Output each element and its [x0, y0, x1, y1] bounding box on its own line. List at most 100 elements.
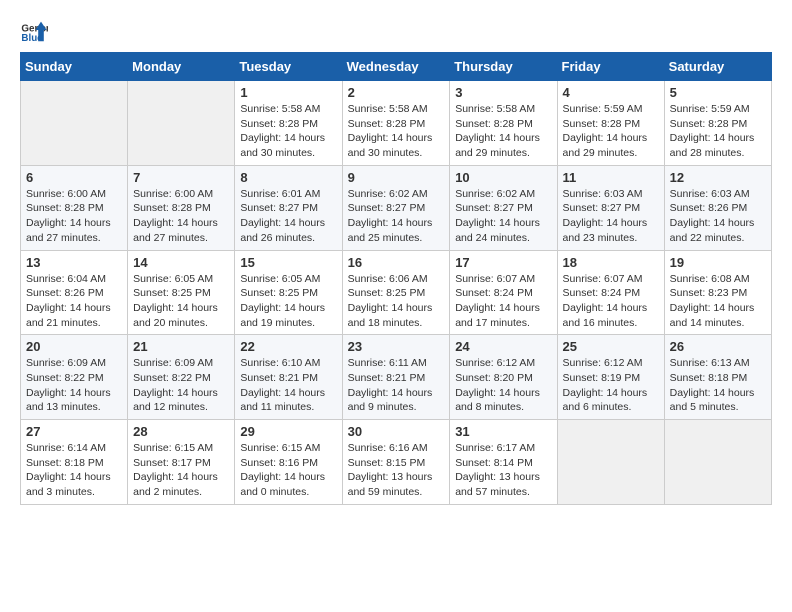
sunrise-label: Sunrise: 6:09 AM — [133, 357, 213, 369]
day-number: 17 — [455, 255, 551, 270]
daylight-label: Daylight: 14 hours and 28 minutes. — [670, 132, 755, 159]
daylight-label: Daylight: 14 hours and 24 minutes. — [455, 217, 540, 244]
sunset-label: Sunset: 8:20 PM — [455, 372, 533, 384]
sunrise-label: Sunrise: 6:03 AM — [670, 188, 750, 200]
day-number: 8 — [240, 170, 336, 185]
daylight-label: Daylight: 14 hours and 25 minutes. — [348, 217, 433, 244]
sunset-label: Sunset: 8:27 PM — [563, 202, 641, 214]
day-number: 25 — [563, 339, 659, 354]
sunset-label: Sunset: 8:22 PM — [26, 372, 104, 384]
calendar-cell — [21, 81, 128, 166]
sunset-label: Sunset: 8:21 PM — [348, 372, 426, 384]
sunset-label: Sunset: 8:18 PM — [26, 457, 104, 469]
sunrise-label: Sunrise: 5:58 AM — [455, 103, 535, 115]
daylight-label: Daylight: 14 hours and 16 minutes. — [563, 302, 648, 329]
sunrise-label: Sunrise: 6:13 AM — [670, 357, 750, 369]
calendar-cell: 26 Sunrise: 6:13 AM Sunset: 8:18 PM Dayl… — [664, 335, 771, 420]
sunrise-label: Sunrise: 6:05 AM — [133, 273, 213, 285]
cell-content: Sunrise: 6:17 AM Sunset: 8:14 PM Dayligh… — [455, 441, 551, 500]
cell-content: Sunrise: 6:04 AM Sunset: 8:26 PM Dayligh… — [26, 272, 122, 331]
day-number: 7 — [133, 170, 229, 185]
calendar-header-friday: Friday — [557, 53, 664, 81]
cell-content: Sunrise: 6:11 AM Sunset: 8:21 PM Dayligh… — [348, 356, 445, 415]
day-number: 4 — [563, 85, 659, 100]
sunrise-label: Sunrise: 6:03 AM — [563, 188, 643, 200]
calendar-cell: 25 Sunrise: 6:12 AM Sunset: 8:19 PM Dayl… — [557, 335, 664, 420]
day-number: 15 — [240, 255, 336, 270]
sunrise-label: Sunrise: 6:14 AM — [26, 442, 106, 454]
sunset-label: Sunset: 8:25 PM — [133, 287, 211, 299]
sunset-label: Sunset: 8:24 PM — [563, 287, 641, 299]
calendar-cell: 18 Sunrise: 6:07 AM Sunset: 8:24 PM Dayl… — [557, 250, 664, 335]
daylight-label: Daylight: 14 hours and 2 minutes. — [133, 471, 218, 498]
logo: General Blue — [20, 16, 52, 44]
sunrise-label: Sunrise: 6:06 AM — [348, 273, 428, 285]
day-number: 10 — [455, 170, 551, 185]
cell-content: Sunrise: 6:02 AM Sunset: 8:27 PM Dayligh… — [455, 187, 551, 246]
daylight-label: Daylight: 14 hours and 12 minutes. — [133, 387, 218, 414]
daylight-label: Daylight: 14 hours and 21 minutes. — [26, 302, 111, 329]
sunset-label: Sunset: 8:15 PM — [348, 457, 426, 469]
cell-content: Sunrise: 6:15 AM Sunset: 8:17 PM Dayligh… — [133, 441, 229, 500]
cell-content: Sunrise: 6:07 AM Sunset: 8:24 PM Dayligh… — [563, 272, 659, 331]
calendar-cell — [664, 420, 771, 505]
sunset-label: Sunset: 8:28 PM — [348, 118, 426, 130]
calendar-cell: 14 Sunrise: 6:05 AM Sunset: 8:25 PM Dayl… — [128, 250, 235, 335]
cell-content: Sunrise: 6:07 AM Sunset: 8:24 PM Dayligh… — [455, 272, 551, 331]
sunrise-label: Sunrise: 6:02 AM — [348, 188, 428, 200]
sunrise-label: Sunrise: 6:00 AM — [133, 188, 213, 200]
sunrise-label: Sunrise: 6:02 AM — [455, 188, 535, 200]
sunrise-label: Sunrise: 6:16 AM — [348, 442, 428, 454]
daylight-label: Daylight: 14 hours and 11 minutes. — [240, 387, 325, 414]
cell-content: Sunrise: 6:09 AM Sunset: 8:22 PM Dayligh… — [133, 356, 229, 415]
sunrise-label: Sunrise: 6:00 AM — [26, 188, 106, 200]
sunrise-label: Sunrise: 6:12 AM — [563, 357, 643, 369]
sunset-label: Sunset: 8:23 PM — [670, 287, 748, 299]
calendar-cell: 21 Sunrise: 6:09 AM Sunset: 8:22 PM Dayl… — [128, 335, 235, 420]
calendar-header-monday: Monday — [128, 53, 235, 81]
cell-content: Sunrise: 5:58 AM Sunset: 8:28 PM Dayligh… — [455, 102, 551, 161]
calendar-cell: 19 Sunrise: 6:08 AM Sunset: 8:23 PM Dayl… — [664, 250, 771, 335]
day-number: 30 — [348, 424, 445, 439]
sunset-label: Sunset: 8:28 PM — [240, 118, 318, 130]
sunrise-label: Sunrise: 5:58 AM — [348, 103, 428, 115]
sunset-label: Sunset: 8:25 PM — [240, 287, 318, 299]
sunrise-label: Sunrise: 6:07 AM — [455, 273, 535, 285]
sunrise-label: Sunrise: 6:01 AM — [240, 188, 320, 200]
sunset-label: Sunset: 8:18 PM — [670, 372, 748, 384]
calendar-cell: 12 Sunrise: 6:03 AM Sunset: 8:26 PM Dayl… — [664, 165, 771, 250]
calendar-cell: 30 Sunrise: 6:16 AM Sunset: 8:15 PM Dayl… — [342, 420, 450, 505]
daylight-label: Daylight: 14 hours and 30 minutes. — [240, 132, 325, 159]
calendar-week-row: 20 Sunrise: 6:09 AM Sunset: 8:22 PM Dayl… — [21, 335, 772, 420]
calendar-cell: 8 Sunrise: 6:01 AM Sunset: 8:27 PM Dayli… — [235, 165, 342, 250]
daylight-label: Daylight: 14 hours and 9 minutes. — [348, 387, 433, 414]
daylight-label: Daylight: 14 hours and 30 minutes. — [348, 132, 433, 159]
cell-content: Sunrise: 6:06 AM Sunset: 8:25 PM Dayligh… — [348, 272, 445, 331]
sunrise-label: Sunrise: 6:15 AM — [133, 442, 213, 454]
calendar-cell: 17 Sunrise: 6:07 AM Sunset: 8:24 PM Dayl… — [450, 250, 557, 335]
logo-icon: General Blue — [20, 16, 48, 44]
day-number: 12 — [670, 170, 766, 185]
calendar-cell: 4 Sunrise: 5:59 AM Sunset: 8:28 PM Dayli… — [557, 81, 664, 166]
day-number: 18 — [563, 255, 659, 270]
calendar-cell: 3 Sunrise: 5:58 AM Sunset: 8:28 PM Dayli… — [450, 81, 557, 166]
sunset-label: Sunset: 8:27 PM — [348, 202, 426, 214]
sunrise-label: Sunrise: 5:59 AM — [563, 103, 643, 115]
day-number: 31 — [455, 424, 551, 439]
calendar-cell: 22 Sunrise: 6:10 AM Sunset: 8:21 PM Dayl… — [235, 335, 342, 420]
cell-content: Sunrise: 6:02 AM Sunset: 8:27 PM Dayligh… — [348, 187, 445, 246]
cell-content: Sunrise: 6:15 AM Sunset: 8:16 PM Dayligh… — [240, 441, 336, 500]
sunset-label: Sunset: 8:26 PM — [26, 287, 104, 299]
sunset-label: Sunset: 8:21 PM — [240, 372, 318, 384]
cell-content: Sunrise: 6:16 AM Sunset: 8:15 PM Dayligh… — [348, 441, 445, 500]
sunrise-label: Sunrise: 6:05 AM — [240, 273, 320, 285]
calendar-header-tuesday: Tuesday — [235, 53, 342, 81]
calendar-week-row: 13 Sunrise: 6:04 AM Sunset: 8:26 PM Dayl… — [21, 250, 772, 335]
sunset-label: Sunset: 8:27 PM — [240, 202, 318, 214]
day-number: 11 — [563, 170, 659, 185]
day-number: 16 — [348, 255, 445, 270]
sunrise-label: Sunrise: 5:58 AM — [240, 103, 320, 115]
daylight-label: Daylight: 14 hours and 6 minutes. — [563, 387, 648, 414]
day-number: 1 — [240, 85, 336, 100]
cell-content: Sunrise: 6:01 AM Sunset: 8:27 PM Dayligh… — [240, 187, 336, 246]
